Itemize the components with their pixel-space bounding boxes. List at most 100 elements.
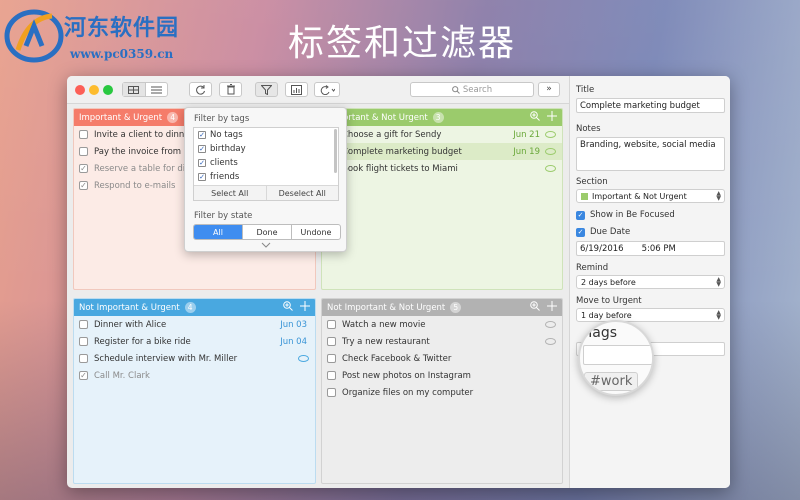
tag-filter-item[interactable]: ✓ clients (194, 156, 338, 170)
chart-icon (291, 84, 302, 95)
task-checkbox[interactable]: ✓ (79, 181, 88, 190)
task-row[interactable]: Watch a new movie (322, 316, 562, 333)
repeat-icon (320, 84, 335, 95)
task-checkbox[interactable] (327, 337, 336, 346)
add-task-icon[interactable] (547, 111, 557, 121)
task-checkbox[interactable] (327, 371, 336, 380)
task-row[interactable]: Book flight tickets to Miami (322, 160, 562, 177)
tag-checkbox[interactable]: ✓ (198, 173, 206, 181)
task-row[interactable]: Check Facebook & Twitter (322, 350, 562, 367)
filter-button[interactable] (255, 82, 278, 97)
state-all-button[interactable]: All (194, 225, 242, 239)
minimize-window-button[interactable] (89, 85, 99, 95)
delete-button[interactable] (219, 82, 242, 97)
task-checkbox[interactable] (327, 388, 336, 397)
due-date-field[interactable]: 6/19/2016 5:06 PM (576, 241, 725, 256)
checkmark-icon: ✓ (576, 227, 585, 237)
tag-list: ✓ No tags ✓ birthday ✓ clients ✓ friends Select… (193, 127, 339, 201)
task-row[interactable]: Dinner with Alice Jun 03 (74, 316, 315, 333)
tag-filter-item[interactable]: ✓ friends (194, 170, 338, 184)
filter-popover: Filter by tags ✓ No tags ✓ birthday ✓ clients… (184, 107, 347, 252)
task-checkbox[interactable] (79, 354, 88, 363)
task-checkbox[interactable] (79, 147, 88, 156)
task-due-date: Jun 21 (513, 129, 540, 140)
remind-label: Remind (576, 263, 609, 273)
note-bubble-icon (545, 148, 556, 155)
list-view-button[interactable] (146, 83, 168, 96)
remind-select[interactable]: 2 days before ▲ ▼ (576, 275, 725, 289)
tag-checkbox[interactable]: ✓ (198, 145, 206, 153)
select-arrows-icon: ▲ ▼ (716, 276, 721, 288)
deselect-all-button[interactable]: Deselect All (267, 186, 339, 200)
task-row[interactable]: Organize files on my computer (322, 384, 562, 401)
tag-checkbox[interactable]: ✓ (198, 159, 206, 167)
task-row[interactable]: Register for a bike ride Jun 04 (74, 333, 315, 350)
task-title: Schedule interview with Mr. Miller (94, 353, 238, 364)
quadrant-count-badge: 4 (167, 112, 179, 123)
quadrant-header: Important & Not Urgent 3 (322, 109, 562, 126)
task-checkbox[interactable] (79, 337, 88, 346)
task-checkbox[interactable]: ✓ (79, 371, 88, 380)
title-label: Title (576, 85, 595, 95)
tag-list-scrollbar[interactable] (334, 129, 337, 173)
tags-input[interactable] (583, 345, 652, 365)
task-checkbox[interactable] (79, 320, 88, 329)
quadrant-actions (530, 301, 557, 311)
task-row[interactable]: ✓ Call Mr. Clark (74, 367, 315, 384)
tags-label: Tags (586, 325, 617, 341)
due-date-checkbox[interactable]: ✓ Due Date (576, 227, 630, 237)
tag-filter-item[interactable]: ✓ No tags (194, 128, 338, 142)
close-window-button[interactable] (75, 85, 85, 95)
statistics-button[interactable] (285, 82, 308, 97)
move-to-urgent-select[interactable]: 1 day before ▲ ▼ (576, 308, 725, 322)
select-all-button[interactable]: Select All (194, 186, 267, 200)
grid-view-button[interactable] (123, 83, 146, 96)
view-mode-segment (122, 82, 168, 97)
add-task-icon[interactable] (547, 301, 557, 311)
tag-filter-item[interactable]: ✓ birthday (194, 142, 338, 156)
select-arrows-icon: ▲ ▼ (716, 309, 721, 321)
tag-checkbox[interactable]: ✓ (198, 131, 206, 139)
zoom-window-button[interactable] (103, 85, 113, 95)
task-checkbox[interactable] (327, 354, 336, 363)
filter-tags-heading: Filter by tags (194, 114, 250, 124)
repeat-button[interactable] (314, 82, 340, 97)
task-checkbox[interactable] (79, 130, 88, 139)
notes-field[interactable]: Branding, website, social media (576, 137, 725, 171)
task-row[interactable]: Post new photos on Instagram (322, 367, 562, 384)
filter-state-heading: Filter by state (194, 211, 253, 221)
section-select[interactable]: Important & Not Urgent ▲ ▼ (576, 189, 725, 203)
due-time-value[interactable]: 5:06 PM (642, 244, 676, 254)
show-focused-checkbox[interactable]: ✓ Show in Be Focused (576, 210, 675, 220)
task-row[interactable]: Complete marketing budget Jun 19 (322, 143, 562, 160)
title-field[interactable]: Complete marketing budget (576, 98, 725, 113)
state-done-button[interactable]: Done (242, 225, 291, 239)
task-row[interactable]: Schedule interview with Mr. Miller (74, 350, 315, 367)
remind-select-value: 2 days before (581, 277, 636, 287)
sync-button[interactable] (189, 82, 212, 97)
tag-chip[interactable]: #work (584, 372, 639, 391)
move-to-urgent-value: 1 day before (581, 310, 632, 320)
due-date-value[interactable]: 6/19/2016 (580, 244, 624, 254)
double-chevron-right-icon: » (546, 84, 552, 94)
zoom-in-icon[interactable] (283, 301, 293, 311)
zoom-in-icon[interactable] (530, 301, 540, 311)
toggle-sidebar-button[interactable]: » (538, 82, 560, 97)
app-window: Search » Important & Urgent 4 Invite a cl… (67, 76, 730, 488)
task-row[interactable]: Try a new restaurant (322, 333, 562, 350)
zoom-in-icon[interactable] (530, 111, 540, 121)
add-task-icon[interactable] (300, 301, 310, 311)
chevron-down-icon[interactable] (261, 242, 271, 248)
search-field[interactable]: Search (410, 82, 534, 97)
show-focused-label: Show in Be Focused (590, 210, 675, 220)
search-icon (451, 85, 460, 94)
task-title: Choose a gift for Sendy (342, 129, 442, 140)
quadrant-actions (283, 301, 310, 311)
task-title: Check Facebook & Twitter (342, 353, 452, 364)
note-bubble-icon (298, 355, 309, 362)
task-checkbox[interactable]: ✓ (79, 164, 88, 173)
task-due-date: Jun 19 (513, 146, 540, 157)
task-checkbox[interactable] (327, 320, 336, 329)
task-row[interactable]: Choose a gift for Sendy Jun 21 (322, 126, 562, 143)
state-undone-button[interactable]: Undone (291, 225, 340, 239)
